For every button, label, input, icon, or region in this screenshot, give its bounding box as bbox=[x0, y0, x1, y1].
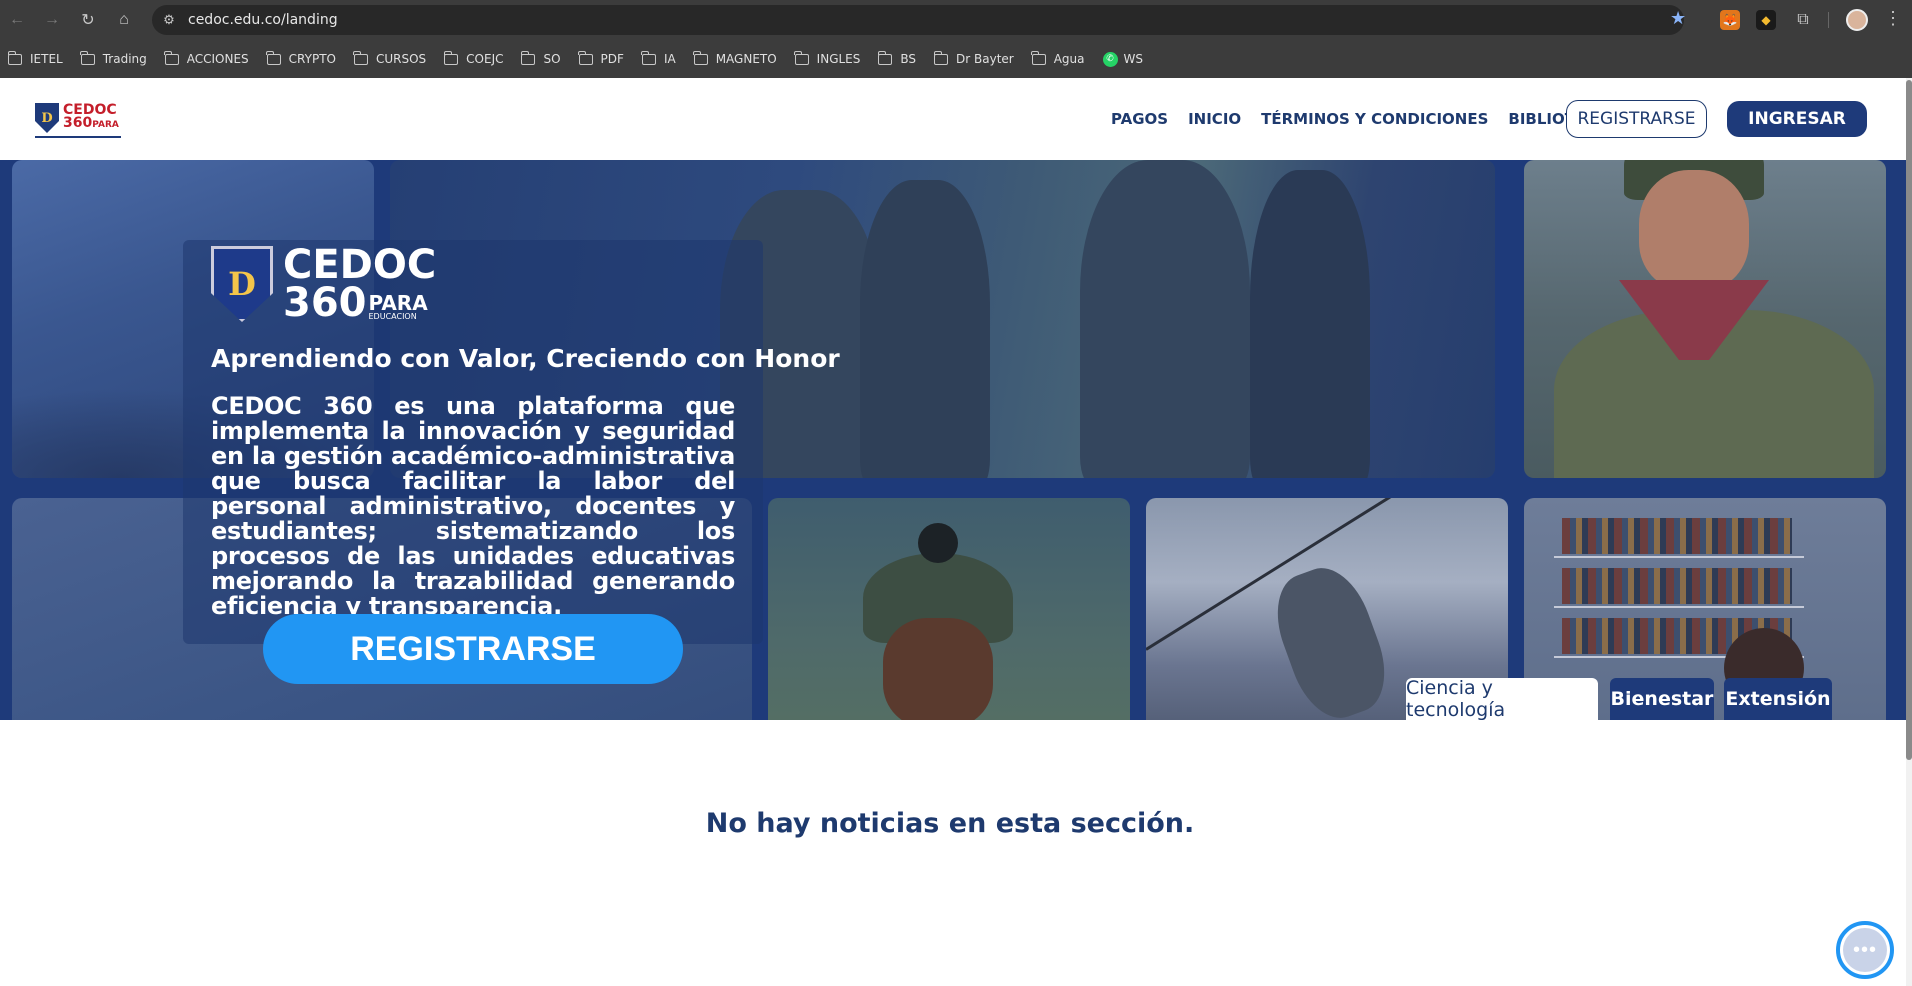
folder-icon bbox=[80, 50, 95, 65]
folder-icon bbox=[794, 50, 809, 65]
site-header: D CEDOC 360PARA PAGOS INICIO TÉRMINOS Y … bbox=[0, 78, 1906, 160]
tab-ciencia-tecnologia[interactable]: Ciencia y tecnología bbox=[1406, 677, 1598, 721]
bookmark-agua[interactable]: Agua bbox=[1031, 50, 1085, 66]
hero-logo-line2: 360 bbox=[283, 280, 367, 326]
reload-icon[interactable]: ↻ bbox=[76, 8, 100, 32]
folder-icon bbox=[266, 50, 281, 65]
folder-icon bbox=[693, 50, 708, 65]
bookmark-label: WS bbox=[1123, 52, 1143, 66]
chat-widget-button[interactable]: ••• bbox=[1836, 921, 1894, 979]
folder-icon bbox=[353, 50, 368, 65]
bookmark-label: Agua bbox=[1053, 52, 1085, 66]
url-text[interactable]: cedoc.edu.co/landing bbox=[188, 12, 338, 28]
nav-inicio[interactable]: INICIO bbox=[1188, 110, 1241, 128]
bookmark-label: CRYPTO bbox=[288, 52, 336, 66]
hero-image-officer bbox=[1524, 160, 1886, 478]
folder-icon bbox=[164, 50, 179, 65]
profile-avatar[interactable] bbox=[1846, 9, 1868, 31]
shield-icon: D bbox=[35, 103, 59, 133]
back-icon[interactable]: ← bbox=[5, 8, 29, 32]
address-bar[interactable] bbox=[152, 5, 1684, 35]
bookmark-ia[interactable]: IA bbox=[641, 50, 676, 66]
hero-logo-sub: EDUCACION bbox=[368, 312, 417, 321]
hero-logo-para: PARA bbox=[368, 291, 428, 315]
binance-extension-icon[interactable]: ◆ bbox=[1756, 10, 1776, 30]
folder-icon bbox=[1031, 50, 1046, 65]
home-icon[interactable]: ⌂ bbox=[112, 8, 136, 32]
bookmark-ingles[interactable]: INGLES bbox=[794, 50, 861, 66]
bookmark-cursos[interactable]: CURSOS bbox=[353, 50, 427, 66]
header-logo[interactable]: D CEDOC 360PARA bbox=[35, 100, 121, 138]
bookmark-acciones[interactable]: ACCIONES bbox=[164, 50, 249, 66]
header-register-button[interactable]: REGISTRARSE bbox=[1566, 100, 1707, 138]
bookmark-so[interactable]: SO bbox=[520, 50, 561, 66]
tab-extension[interactable]: Extensión bbox=[1724, 678, 1832, 720]
bookmark-magneto[interactable]: MAGNETO bbox=[693, 50, 777, 66]
browser-menu-icon[interactable]: ⋮ bbox=[1884, 8, 1902, 29]
bookmark-ietel[interactable]: IETEL bbox=[7, 50, 63, 66]
bookmarks-bar: IETEL Trading ACCIONES CRYPTO CURSOS COEJC SO P… bbox=[0, 40, 1912, 78]
bookmark-crypto[interactable]: CRYPTO bbox=[266, 50, 336, 66]
folder-icon bbox=[933, 50, 949, 65]
extensions-icon[interactable]: ⧉ bbox=[1793, 10, 1813, 30]
bookmark-pdf[interactable]: PDF bbox=[578, 50, 624, 66]
bookmark-label: IETEL bbox=[30, 52, 63, 66]
bookmark-label: INGLES bbox=[816, 52, 861, 66]
bookmark-bs[interactable]: BS bbox=[877, 50, 917, 66]
bookmark-label: IA bbox=[663, 52, 676, 66]
hero-tagline: Aprendiendo con Valor, Creciendo con Hon… bbox=[211, 344, 840, 373]
browser-chrome: ← → ↻ ⌂ ⚙ cedoc.edu.co/landing ★ 🦊 ◆ ⧉ ⋮… bbox=[0, 0, 1912, 78]
folder-icon bbox=[443, 50, 459, 65]
empty-news-message: No hay noticias en esta sección. bbox=[705, 808, 1195, 839]
hero-logo-line1: CEDOC bbox=[283, 242, 437, 288]
logo-text: CEDOC 360PARA bbox=[63, 102, 119, 131]
bookmark-ws[interactable]: ✆ WS bbox=[1102, 51, 1143, 67]
header-login-button[interactable]: INGRESAR bbox=[1727, 101, 1867, 137]
bookmark-label: BS bbox=[900, 52, 917, 66]
site-info-icon[interactable]: ⚙ bbox=[160, 11, 178, 29]
toolbar-separator bbox=[1828, 12, 1829, 28]
bookmark-label: PDF bbox=[600, 52, 624, 66]
hero-register-button[interactable]: REGISTRARSE bbox=[263, 614, 683, 684]
forward-icon[interactable]: → bbox=[40, 8, 64, 32]
whatsapp-icon: ✆ bbox=[1102, 51, 1118, 67]
browser-toolbar: ← → ↻ ⌂ ⚙ cedoc.edu.co/landing ★ 🦊 ◆ ⧉ ⋮ bbox=[0, 0, 1912, 40]
tab-bienestar[interactable]: Bienestar bbox=[1610, 678, 1714, 720]
folder-icon bbox=[877, 50, 893, 65]
bookmark-trading[interactable]: Trading bbox=[80, 50, 147, 66]
bookmark-label: ACCIONES bbox=[186, 52, 249, 66]
bookmark-star-icon[interactable]: ★ bbox=[1670, 8, 1686, 29]
folder-icon bbox=[7, 50, 22, 65]
bookmark-label: SO bbox=[543, 52, 561, 66]
bookmark-coejc[interactable]: COEJC bbox=[443, 50, 504, 66]
bookmark-label: Trading bbox=[102, 52, 147, 66]
hero-description: CEDOC 360 es una plataforma que implemen… bbox=[211, 392, 735, 620]
nav-terminos[interactable]: TÉRMINOS Y CONDICIONES bbox=[1261, 110, 1488, 128]
bookmark-label: MAGNETO bbox=[715, 52, 777, 66]
bookmark-label: CURSOS bbox=[375, 52, 427, 66]
bookmark-label: COEJC bbox=[466, 52, 504, 66]
nav-pagos[interactable]: PAGOS bbox=[1111, 110, 1168, 128]
chat-dots-icon: ••• bbox=[1843, 928, 1887, 972]
hero-logo: D CEDOC 360 PARA EDUCACION bbox=[211, 242, 437, 326]
bookmark-dr-bayter[interactable]: Dr Bayter bbox=[933, 50, 1014, 66]
scrollbar-thumb[interactable] bbox=[1906, 80, 1912, 760]
folder-icon bbox=[641, 50, 656, 65]
folder-icon bbox=[578, 50, 593, 65]
metamask-extension-icon[interactable]: 🦊 bbox=[1720, 10, 1740, 30]
main-nav: PAGOS INICIO TÉRMINOS Y CONDICIONES BIBL… bbox=[1111, 110, 1619, 128]
page-scrollbar[interactable] bbox=[1906, 78, 1912, 986]
bookmark-label: Dr Bayter bbox=[956, 52, 1014, 66]
shield-icon: D bbox=[211, 246, 273, 322]
folder-icon bbox=[520, 50, 536, 65]
hero-image-soldier-portrait bbox=[768, 498, 1130, 720]
